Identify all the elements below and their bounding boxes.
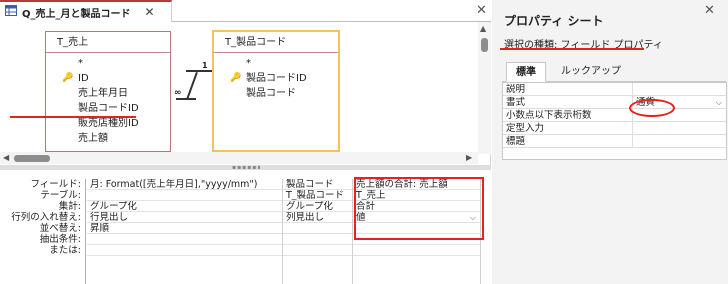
property-name: 小数点以下表示桁数 — [503, 109, 633, 121]
primary-key-icon: 🔑 — [62, 73, 74, 83]
row-label-field: フィールド: — [30, 179, 81, 190]
property-value[interactable] — [633, 122, 726, 134]
grid-cell[interactable] — [87, 234, 282, 245]
scrollbar-thumb[interactable] — [481, 38, 488, 52]
field-item[interactable]: 売上年月日 — [46, 86, 170, 101]
document-tab-strip: Q_売上_月と製品コード ✕ — [0, 0, 491, 22]
field-item[interactable]: 🔑 ID — [46, 71, 170, 86]
grid-column-month[interactable]: 月: Format([売上年月日],"yyyy/mm") グループ化 行見出し … — [87, 179, 283, 284]
row-label-or: または: — [49, 245, 81, 256]
property-row-caption[interactable]: 標題 — [503, 135, 726, 148]
row-label-total: 集計: — [58, 201, 81, 212]
grid-cell[interactable] — [353, 245, 480, 256]
property-name: 標題 — [503, 135, 633, 147]
tab-lookup[interactable]: ルックアップ — [552, 62, 630, 82]
field-label: 製品コードID — [246, 73, 307, 84]
grid-cell[interactable]: 列見出し — [283, 212, 352, 223]
query-tab-label: Q_売上_月と製品コード — [22, 8, 131, 20]
highlight-ellipse-format-value — [629, 99, 675, 117]
property-row-format[interactable]: 書式 通貨 ⌵ — [503, 96, 726, 109]
grid-cell[interactable]: 月: Format([売上年月日],"yyyy/mm") — [87, 179, 282, 190]
table-title: T_製品コード — [214, 32, 338, 53]
row-label-criteria: 抽出条件: — [39, 234, 81, 245]
grid-cell[interactable]: 行見出し — [87, 212, 282, 223]
grid-cell[interactable] — [283, 234, 352, 245]
relationship-many-label: ∞ — [174, 88, 181, 98]
property-row-input-mask[interactable]: 定型入力 — [503, 122, 726, 135]
table-box-product[interactable]: T_製品コード * 🔑 製品コードID 製品コード — [212, 30, 340, 152]
grid-cell[interactable] — [87, 245, 282, 256]
scroll-right-arrow-icon[interactable]: ▶ — [466, 152, 472, 164]
field-all[interactable]: * — [46, 56, 170, 71]
grid-cell[interactable]: グループ化 — [283, 201, 352, 212]
property-name: 定型入力 — [503, 122, 633, 134]
relationship-line[interactable] — [186, 70, 212, 72]
field-item[interactable]: 🔑 製品コードID — [214, 71, 338, 86]
scrollbar-thumb[interactable] — [14, 155, 50, 162]
grid-column-product-code[interactable]: 製品コード T_製品コード グループ化 列見出し — [283, 179, 353, 284]
field-label: ID — [78, 73, 89, 84]
property-value[interactable] — [633, 135, 726, 147]
highlight-underline-format-row — [10, 116, 136, 118]
close-tab-icon[interactable]: ✕ — [145, 5, 155, 19]
tab-standard[interactable]: 標準 — [506, 62, 546, 82]
table-box-sales[interactable]: T_売上 * 🔑 ID 売上年月日 製品コードID 販売店種別ID 売上額 — [45, 31, 171, 152]
grid-cell[interactable]: 昇順 — [87, 223, 282, 234]
property-name: 説明 — [503, 83, 633, 95]
property-name: 書式 — [503, 96, 633, 108]
field-item[interactable]: 売上額 — [46, 131, 170, 146]
field-item[interactable]: 製品コードID — [46, 101, 170, 116]
close-query-icon[interactable]: ✕ — [476, 3, 487, 18]
field-item[interactable]: 製品コード — [214, 86, 338, 101]
query-tab[interactable]: Q_売上_月と製品コード ✕ — [0, 0, 172, 22]
horizontal-scrollbar[interactable]: ◀ ▶ — [0, 152, 478, 164]
grid-cell[interactable]: T_製品コード — [283, 190, 352, 201]
grid-row-labels: フィールド: テーブル: 集計: 行列の入れ替え: 並べ替え: 抽出条件: また… — [0, 179, 84, 256]
field-item[interactable]: 販売店種別ID — [46, 116, 170, 131]
property-sheet-title: プロパティ シート — [504, 14, 604, 28]
grid-cell[interactable] — [283, 223, 352, 234]
grid-separator — [85, 179, 86, 284]
row-label-sort: 並べ替え: — [39, 223, 81, 234]
primary-key-icon: 🔑 — [230, 73, 242, 83]
property-tabs: 標準 ルックアップ — [502, 62, 726, 82]
table-title: T_売上 — [46, 32, 170, 53]
grid-cell[interactable]: グループ化 — [87, 201, 282, 212]
relationship-one-label: 1 — [202, 61, 208, 70]
property-row-description[interactable]: 説明 — [503, 83, 726, 96]
row-label-table: テーブル: — [40, 190, 81, 201]
chevron-down-icon[interactable]: ⌵ — [716, 96, 722, 109]
grid-cell[interactable] — [87, 190, 282, 201]
query-icon — [5, 5, 17, 19]
grid-cell[interactable] — [283, 245, 352, 256]
scroll-left-arrow-icon[interactable]: ◀ — [3, 152, 9, 164]
property-grid: 説明 書式 通貨 ⌵ 小数点以下表示桁数 定型入力 標題 — [502, 82, 727, 160]
property-value[interactable] — [633, 83, 726, 95]
highlight-box-grid-column — [354, 177, 484, 240]
scroll-up-arrow-icon[interactable]: ▲ — [480, 24, 486, 33]
close-icon[interactable]: ✕ — [704, 3, 715, 18]
property-sheet-pane: プロパティ シート ✕ 選択の種類: フィールド プロパティ 標準 ルックアップ… — [492, 0, 728, 284]
vertical-scrollbar[interactable]: ▲ — [478, 22, 491, 154]
row-label-crosstab: 行列の入れ替え: — [11, 212, 81, 223]
grid-cell[interactable]: 製品コード — [283, 179, 352, 190]
field-all[interactable]: * — [214, 56, 338, 71]
property-row-decimal-places[interactable]: 小数点以下表示桁数 — [503, 109, 726, 122]
highlight-underline-selection-type — [500, 48, 644, 50]
